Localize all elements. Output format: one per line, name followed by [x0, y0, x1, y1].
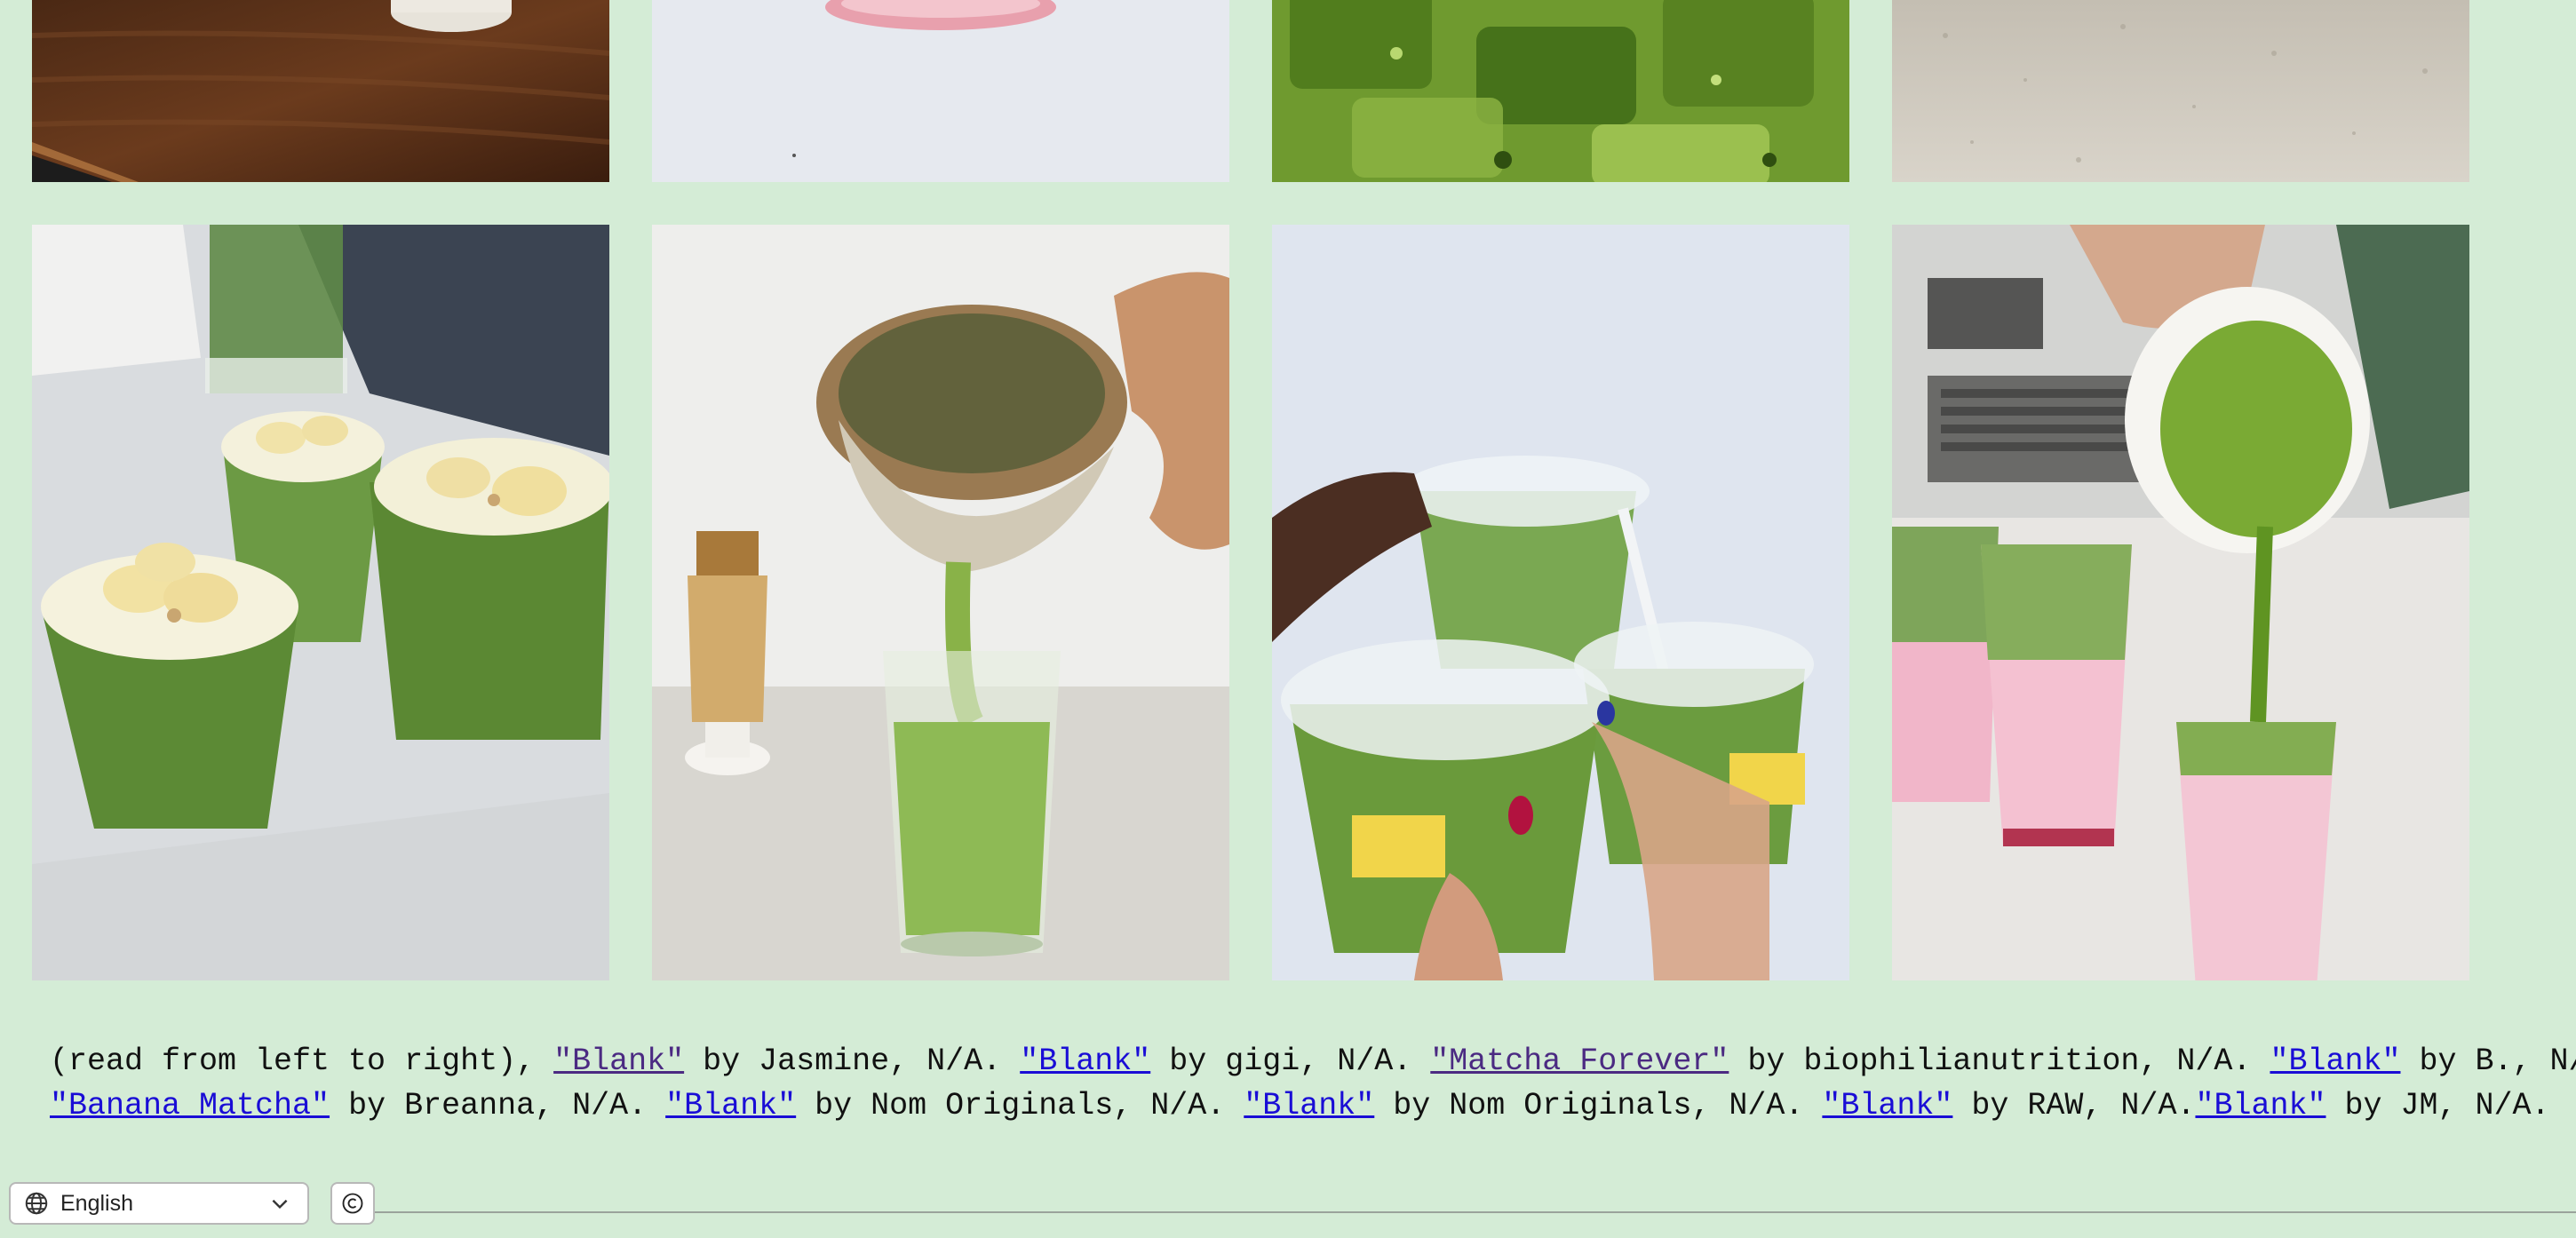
credit-link[interactable]: "Matcha Forever": [1430, 1044, 1729, 1079]
photo-matcha-pour-bowl[interactable]: [652, 225, 1229, 980]
copyright-icon: [340, 1191, 365, 1216]
credit-byline: by gigi, N/A.: [1150, 1044, 1431, 1079]
photo-banana-matcha-cups[interactable]: [32, 225, 609, 980]
image-credits: (read from left to right), "Blank" by Ja…: [50, 1039, 2576, 1128]
credit-byline: by Jasmine, N/A.: [684, 1044, 1021, 1079]
credit-byline: by B., N/A.: [2419, 1044, 2576, 1079]
copyright-button[interactable]: [330, 1182, 375, 1225]
photo-community-goods-matcha[interactable]: [1272, 225, 1849, 980]
credit-byline: by Nom Originals, N/A.: [1374, 1088, 1823, 1123]
photo-iced-matcha-closeup[interactable]: [1272, 0, 1849, 182]
language-label: English: [60, 1190, 133, 1216]
photo-wooden-table-cup[interactable]: [32, 0, 609, 182]
photo-pink-bowl[interactable]: [652, 0, 1229, 182]
credits-intro: (read from left to right),: [50, 1044, 554, 1079]
photo-speckled-counter[interactable]: [1892, 0, 2469, 182]
credit-link[interactable]: "Blank": [1822, 1088, 1952, 1123]
credit-link[interactable]: "Blank": [1244, 1088, 1374, 1123]
language-select[interactable]: English: [9, 1182, 309, 1225]
credits-line-1: (read from left to right), "Blank" by Ja…: [50, 1039, 2576, 1083]
matcha-gallery-page: (read from left to right), "Blank" by Ja…: [0, 0, 2576, 1238]
credits-line-2: "Banana Matcha" by Breanna, N/A. "Blank"…: [50, 1083, 2550, 1128]
credit-link[interactable]: "Blank": [553, 1044, 684, 1079]
chevron-down-icon: [268, 1192, 291, 1215]
footer-divider: [373, 1211, 2576, 1213]
credit-link[interactable]: "Blank": [665, 1088, 796, 1123]
credit-link[interactable]: "Blank": [2195, 1088, 2326, 1123]
photo-strawberry-matcha-pour[interactable]: [1892, 225, 2469, 980]
credit-link[interactable]: "Blank": [1020, 1044, 1150, 1079]
credit-byline: by Breanna, N/A.: [330, 1088, 666, 1123]
globe-icon: [23, 1190, 50, 1217]
credit-link[interactable]: "Blank": [2270, 1044, 2400, 1079]
credit-byline: by biophilianutrition, N/A.: [1729, 1044, 2270, 1079]
credit-byline: by RAW, N/A.: [1952, 1088, 2196, 1123]
credit-byline: by JM, N/A.: [2326, 1088, 2550, 1123]
credit-byline: by Nom Originals, N/A.: [796, 1088, 1244, 1123]
credit-link[interactable]: "Banana Matcha": [50, 1088, 330, 1123]
